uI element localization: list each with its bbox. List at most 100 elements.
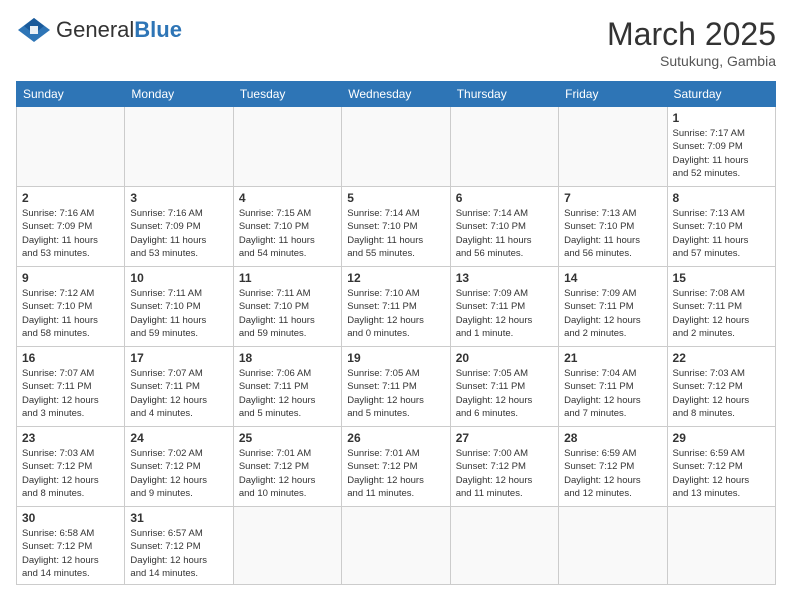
calendar-week-row: 2 Sunrise: 7:16 AM Sunset: 7:09 PM Daylig…	[17, 187, 776, 267]
day-number: 13	[456, 271, 553, 285]
col-saturday: Saturday	[667, 82, 775, 107]
day-info: Sunrise: 7:14 AM Sunset: 7:10 PM Dayligh…	[347, 207, 444, 260]
calendar-day-cell: 21Sunrise: 7:04 AM Sunset: 7:11 PM Dayli…	[559, 347, 667, 427]
day-number: 20	[456, 351, 553, 365]
day-number: 4	[239, 191, 336, 205]
calendar-day-cell	[667, 507, 775, 585]
calendar-day-cell	[450, 507, 558, 585]
calendar-day-cell: 13 Sunrise: 7:09 AM Sunset: 7:11 PM Dayli…	[450, 267, 558, 347]
day-number: 31	[130, 511, 227, 525]
calendar-day-cell	[125, 107, 233, 187]
day-number: 2	[22, 191, 119, 205]
col-sunday: Sunday	[17, 82, 125, 107]
calendar-day-cell: 7Sunrise: 7:13 AM Sunset: 7:10 PM Daylig…	[559, 187, 667, 267]
calendar-day-cell: 17Sunrise: 7:07 AM Sunset: 7:11 PM Dayli…	[125, 347, 233, 427]
day-info: Sunrise: 7:15 AM Sunset: 7:10 PM Dayligh…	[239, 207, 336, 260]
day-info: Sunrise: 6:57 AM Sunset: 7:12 PM Dayligh…	[130, 527, 227, 580]
location-subtitle: Sutukung, Gambia	[607, 53, 776, 69]
calendar-day-cell	[233, 107, 341, 187]
calendar-table: Sunday Monday Tuesday Wednesday Thursday…	[16, 81, 776, 585]
col-monday: Monday	[125, 82, 233, 107]
day-number: 25	[239, 431, 336, 445]
col-thursday: Thursday	[450, 82, 558, 107]
day-info: Sunrise: 7:17 AM Sunset: 7:09 PM Dayligh…	[673, 127, 770, 180]
day-number: 19	[347, 351, 444, 365]
calendar-day-cell	[450, 107, 558, 187]
day-info: Sunrise: 7:16 AM Sunset: 7:09 PM Dayligh…	[130, 207, 227, 260]
calendar-day-cell	[233, 507, 341, 585]
col-wednesday: Wednesday	[342, 82, 450, 107]
day-number: 3	[130, 191, 227, 205]
calendar-week-row: 30 Sunrise: 6:58 AM Sunset: 7:12 PM Dayli…	[17, 507, 776, 585]
day-info: Sunrise: 7:03 AM Sunset: 7:12 PM Dayligh…	[22, 447, 119, 500]
day-info: Sunrise: 7:08 AM Sunset: 7:11 PM Dayligh…	[673, 287, 770, 340]
day-info: Sunrise: 7:05 AM Sunset: 7:11 PM Dayligh…	[456, 367, 553, 420]
day-number: 30	[22, 511, 119, 525]
day-number: 10	[130, 271, 227, 285]
calendar-day-cell: 26 Sunrise: 7:01 AM Sunset: 7:12 PM Dayli…	[342, 427, 450, 507]
day-info: Sunrise: 6:58 AM Sunset: 7:12 PM Dayligh…	[22, 527, 119, 580]
calendar-day-cell: 29Sunrise: 6:59 AM Sunset: 7:12 PM Dayli…	[667, 427, 775, 507]
day-info: Sunrise: 7:11 AM Sunset: 7:10 PM Dayligh…	[130, 287, 227, 340]
calendar-day-cell: 15 Sunrise: 7:08 AM Sunset: 7:11 PM Dayli…	[667, 267, 775, 347]
day-number: 27	[456, 431, 553, 445]
calendar-day-cell: 9Sunrise: 7:12 AM Sunset: 7:10 PM Daylig…	[17, 267, 125, 347]
calendar-day-cell: 20 Sunrise: 7:05 AM Sunset: 7:11 PM Dayli…	[450, 347, 558, 427]
calendar-day-cell: 10 Sunrise: 7:11 AM Sunset: 7:10 PM Dayli…	[125, 267, 233, 347]
day-info: Sunrise: 7:01 AM Sunset: 7:12 PM Dayligh…	[347, 447, 444, 500]
day-number: 8	[673, 191, 770, 205]
logo: GeneralBlue	[16, 16, 182, 44]
day-info: Sunrise: 7:03 AM Sunset: 7:12 PM Dayligh…	[673, 367, 770, 420]
calendar-day-cell: 22 Sunrise: 7:03 AM Sunset: 7:12 PM Dayli…	[667, 347, 775, 427]
calendar-day-cell	[559, 107, 667, 187]
day-info: Sunrise: 7:09 AM Sunset: 7:11 PM Dayligh…	[456, 287, 553, 340]
calendar-week-row: 16Sunrise: 7:07 AM Sunset: 7:11 PM Dayli…	[17, 347, 776, 427]
calendar-day-cell	[17, 107, 125, 187]
calendar-day-cell	[342, 107, 450, 187]
calendar-day-cell: 16Sunrise: 7:07 AM Sunset: 7:11 PM Dayli…	[17, 347, 125, 427]
col-tuesday: Tuesday	[233, 82, 341, 107]
calendar-day-cell: 3 Sunrise: 7:16 AM Sunset: 7:09 PM Daylig…	[125, 187, 233, 267]
page-header: GeneralBlue March 2025 Sutukung, Gambia	[16, 16, 776, 69]
day-info: Sunrise: 7:16 AM Sunset: 7:09 PM Dayligh…	[22, 207, 119, 260]
calendar-day-cell: 25 Sunrise: 7:01 AM Sunset: 7:12 PM Dayli…	[233, 427, 341, 507]
day-number: 1	[673, 111, 770, 125]
day-number: 11	[239, 271, 336, 285]
day-number: 15	[673, 271, 770, 285]
calendar-day-cell: 31 Sunrise: 6:57 AM Sunset: 7:12 PM Dayli…	[125, 507, 233, 585]
calendar-day-cell: 5Sunrise: 7:14 AM Sunset: 7:10 PM Daylig…	[342, 187, 450, 267]
day-info: Sunrise: 7:09 AM Sunset: 7:11 PM Dayligh…	[564, 287, 661, 340]
calendar-day-cell: 14 Sunrise: 7:09 AM Sunset: 7:11 PM Dayli…	[559, 267, 667, 347]
col-friday: Friday	[559, 82, 667, 107]
calendar-day-cell: 4 Sunrise: 7:15 AM Sunset: 7:10 PM Daylig…	[233, 187, 341, 267]
day-number: 14	[564, 271, 661, 285]
calendar-header-row: Sunday Monday Tuesday Wednesday Thursday…	[17, 82, 776, 107]
month-year-title: March 2025	[607, 16, 776, 53]
day-info: Sunrise: 7:05 AM Sunset: 7:11 PM Dayligh…	[347, 367, 444, 420]
day-number: 9	[22, 271, 119, 285]
calendar-day-cell: 23 Sunrise: 7:03 AM Sunset: 7:12 PM Dayli…	[17, 427, 125, 507]
day-number: 6	[456, 191, 553, 205]
day-number: 26	[347, 431, 444, 445]
day-info: Sunrise: 6:59 AM Sunset: 7:12 PM Dayligh…	[673, 447, 770, 500]
calendar-day-cell: 12Sunrise: 7:10 AM Sunset: 7:11 PM Dayli…	[342, 267, 450, 347]
day-info: Sunrise: 7:13 AM Sunset: 7:10 PM Dayligh…	[673, 207, 770, 260]
logo-icon	[16, 16, 52, 44]
day-number: 17	[130, 351, 227, 365]
day-info: Sunrise: 6:59 AM Sunset: 7:12 PM Dayligh…	[564, 447, 661, 500]
day-number: 16	[22, 351, 119, 365]
day-info: Sunrise: 7:01 AM Sunset: 7:12 PM Dayligh…	[239, 447, 336, 500]
calendar-day-cell: 2 Sunrise: 7:16 AM Sunset: 7:09 PM Daylig…	[17, 187, 125, 267]
day-number: 22	[673, 351, 770, 365]
calendar-day-cell: 6Sunrise: 7:14 AM Sunset: 7:10 PM Daylig…	[450, 187, 558, 267]
calendar-day-cell: 27Sunrise: 7:00 AM Sunset: 7:12 PM Dayli…	[450, 427, 558, 507]
day-info: Sunrise: 7:11 AM Sunset: 7:10 PM Dayligh…	[239, 287, 336, 340]
day-number: 24	[130, 431, 227, 445]
day-number: 21	[564, 351, 661, 365]
day-number: 23	[22, 431, 119, 445]
calendar-day-cell: 28Sunrise: 6:59 AM Sunset: 7:12 PM Dayli…	[559, 427, 667, 507]
calendar-day-cell: 1 Sunrise: 7:17 AM Sunset: 7:09 PM Daylig…	[667, 107, 775, 187]
logo-text: GeneralBlue	[56, 17, 182, 43]
day-info: Sunrise: 7:06 AM Sunset: 7:11 PM Dayligh…	[239, 367, 336, 420]
calendar-day-cell: 8 Sunrise: 7:13 AM Sunset: 7:10 PM Daylig…	[667, 187, 775, 267]
